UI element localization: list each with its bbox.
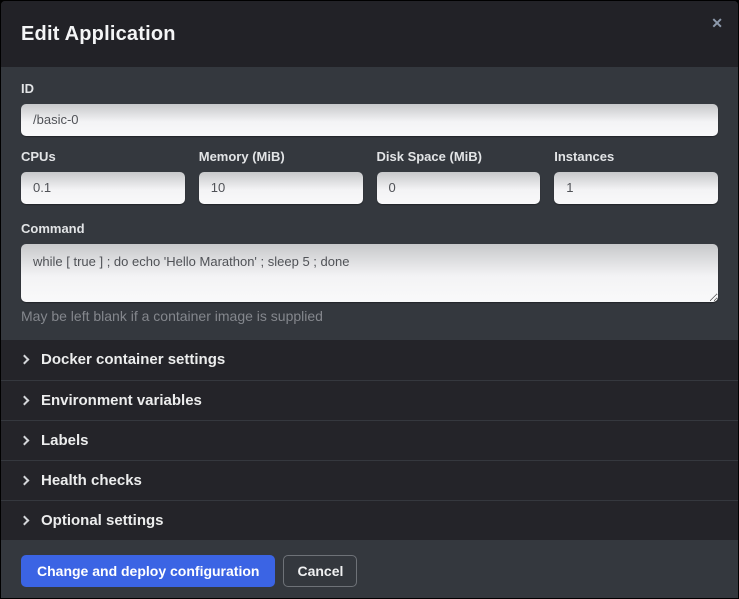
close-icon: ✕	[711, 15, 723, 31]
command-field-group: Command while [ true ] ; do echo 'Hello …	[21, 222, 718, 324]
change-and-deploy-button[interactable]: Change and deploy configuration	[21, 555, 275, 587]
chevron-right-icon	[20, 355, 30, 365]
chevron-right-icon	[20, 475, 30, 485]
memory-label: Memory (MiB)	[199, 150, 363, 165]
section-health-checks[interactable]: Health checks	[1, 460, 738, 500]
cpus-input[interactable]	[21, 172, 185, 204]
modal-footer: Change and deploy configuration Cancel	[1, 540, 738, 599]
application-form: ID CPUs Memory (MiB) Disk Space (MiB) In…	[1, 67, 738, 340]
instances-field-group: Instances	[554, 150, 718, 204]
section-environment-variables[interactable]: Environment variables	[1, 380, 738, 420]
close-button[interactable]: ✕	[707, 12, 727, 34]
disk-space-label: Disk Space (MiB)	[377, 150, 541, 165]
chevron-right-icon	[20, 515, 30, 525]
modal-header: Edit Application ✕	[1, 1, 738, 67]
id-label: ID	[21, 82, 718, 97]
cpus-label: CPUs	[21, 150, 185, 165]
cancel-button[interactable]: Cancel	[283, 555, 357, 587]
section-docker-container-settings[interactable]: Docker container settings	[1, 340, 738, 380]
command-help-text: May be left blank if a container image i…	[21, 308, 718, 324]
section-labels[interactable]: Labels	[1, 420, 738, 460]
disk-field-group: Disk Space (MiB)	[377, 150, 541, 204]
accordion-sections: Docker container settings Environment va…	[1, 340, 738, 540]
command-textarea[interactable]: while [ true ] ; do echo 'Hello Marathon…	[21, 244, 718, 302]
chevron-right-icon	[20, 395, 30, 405]
disk-space-input[interactable]	[377, 172, 541, 204]
section-label: Health checks	[41, 472, 142, 489]
id-field-group: ID	[21, 82, 718, 136]
memory-input[interactable]	[199, 172, 363, 204]
instances-input[interactable]	[554, 172, 718, 204]
section-label: Optional settings	[41, 512, 164, 529]
instances-label: Instances	[554, 150, 718, 165]
memory-field-group: Memory (MiB)	[199, 150, 363, 204]
page-title: Edit Application	[21, 23, 176, 46]
chevron-right-icon	[20, 435, 30, 445]
id-input[interactable]	[21, 104, 718, 136]
section-label: Labels	[41, 432, 89, 449]
cpus-field-group: CPUs	[21, 150, 185, 204]
section-label: Docker container settings	[41, 351, 225, 368]
command-label: Command	[21, 222, 718, 237]
section-optional-settings[interactable]: Optional settings	[1, 500, 738, 540]
edit-application-modal: Edit Application ✕ ID CPUs Memory (MiB) …	[0, 0, 739, 599]
section-label: Environment variables	[41, 392, 202, 409]
resources-row: CPUs Memory (MiB) Disk Space (MiB) Insta…	[21, 150, 718, 204]
